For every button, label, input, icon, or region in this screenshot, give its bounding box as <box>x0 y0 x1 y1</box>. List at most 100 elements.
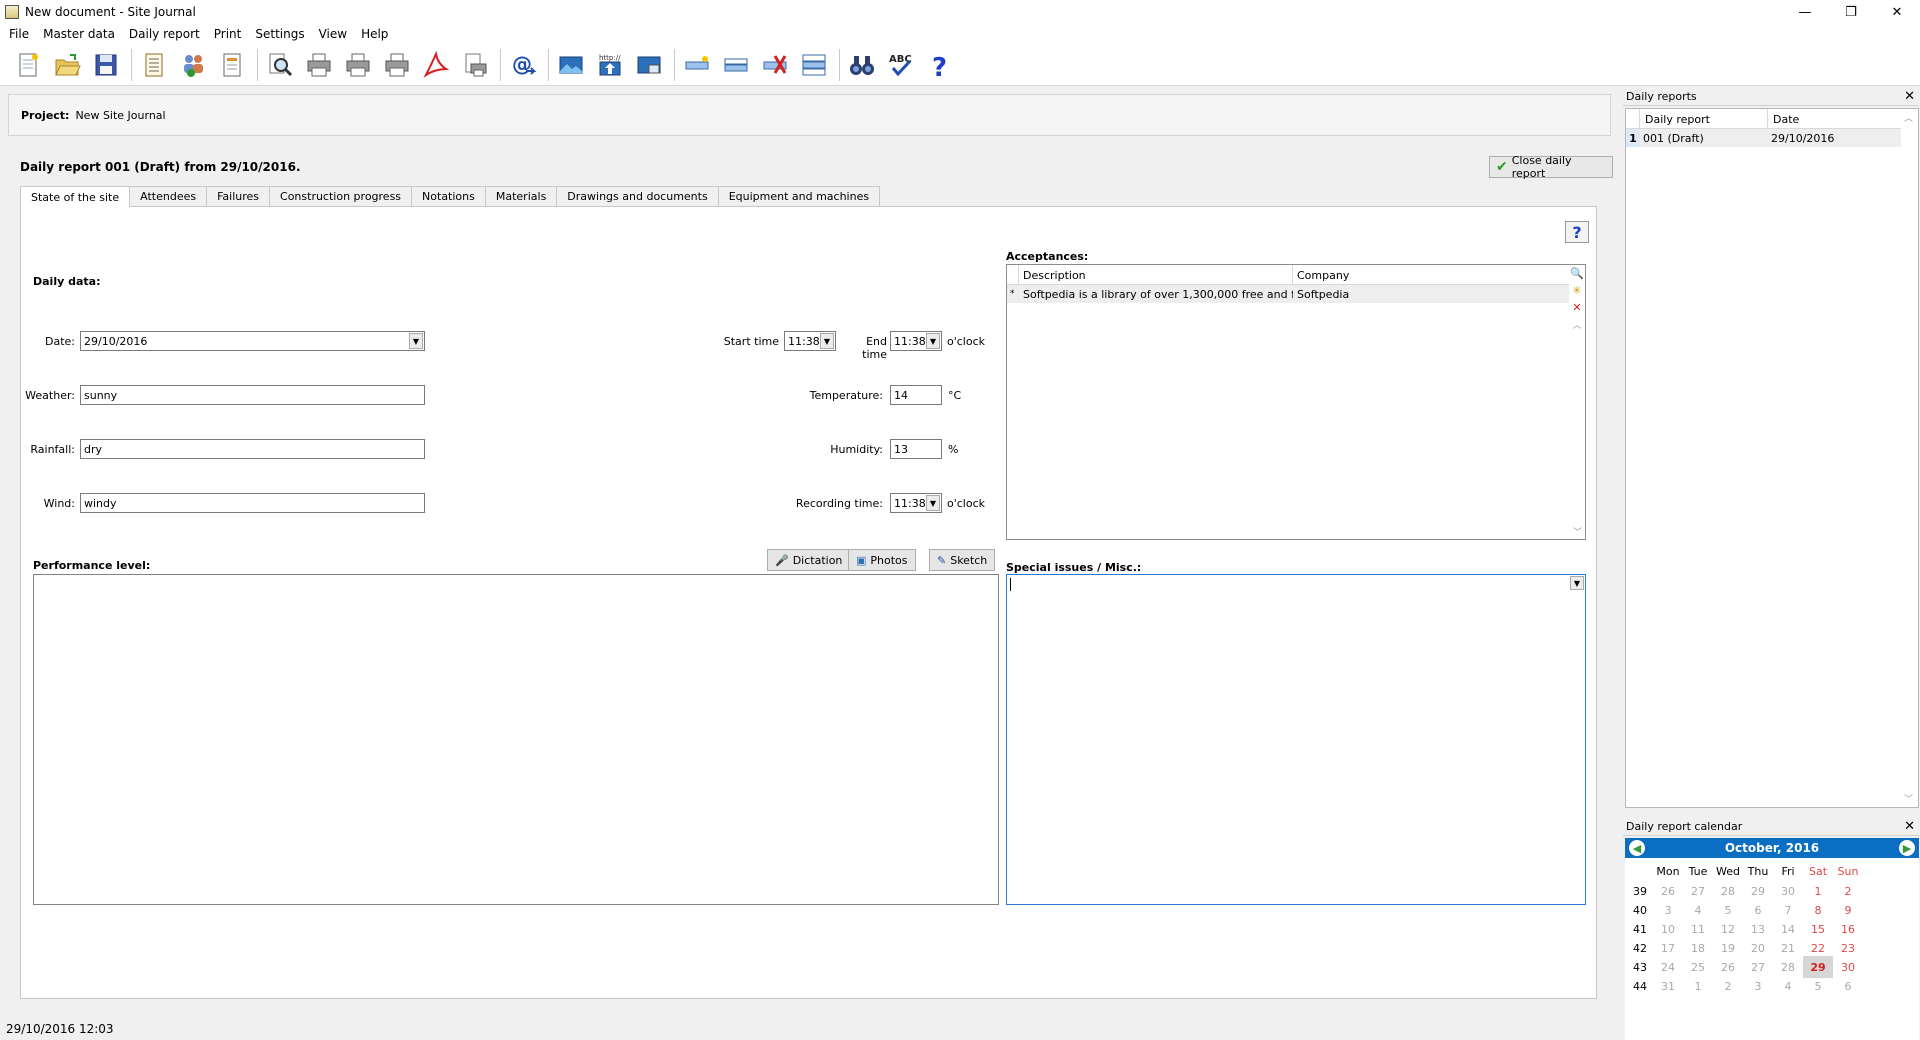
calendar-day[interactable]: 4 <box>1773 975 1803 997</box>
chevron-down-icon[interactable]: ﹀ <box>1904 792 1913 805</box>
report-name-cell[interactable]: 001 (Draft) <box>1640 129 1768 147</box>
acceptance-company-cell[interactable]: Softpedia <box>1293 288 1569 301</box>
menu-bar: File Master data Daily report Print Sett… <box>0 24 1920 44</box>
tab-materials[interactable]: Materials <box>484 186 558 206</box>
calendar-day[interactable]: 2 <box>1713 975 1743 997</box>
calendar-day[interactable]: 3 <box>1743 975 1773 997</box>
menu-print[interactable]: Print <box>207 27 249 41</box>
spell-check-button[interactable]: ABC <box>883 47 919 83</box>
special-issues-textarea[interactable]: ▼ <box>1006 574 1586 905</box>
wind-input[interactable] <box>80 493 425 513</box>
report-list-button[interactable] <box>136 47 172 83</box>
close-icon[interactable]: ✕ <box>1904 89 1915 104</box>
calendar-day[interactable]: 31 <box>1653 975 1683 997</box>
email-button[interactable]: @ <box>505 47 541 83</box>
chevron-up-icon[interactable]: ︿ <box>1904 111 1913 124</box>
report-date-cell[interactable]: 29/10/2016 <box>1768 129 1901 147</box>
daily-reports-grid[interactable]: Daily report Date 1 001 (Draft) 29/10/20… <box>1625 108 1919 808</box>
insert-row-button[interactable] <box>679 47 715 83</box>
delete-icon[interactable]: ✕ <box>1570 300 1584 314</box>
menu-master-data[interactable]: Master data <box>36 27 122 41</box>
vertical-scrollbar[interactable]: ︿ ﹀ <box>1901 109 1918 807</box>
end-time-picker[interactable]: 11:38 ▼ <box>890 331 942 351</box>
table-row[interactable]: 1 001 (Draft) 29/10/2016 <box>1626 129 1901 147</box>
print-report-button[interactable] <box>457 47 493 83</box>
next-month-icon[interactable]: ▶ <box>1899 840 1915 856</box>
row-edit-button[interactable] <box>718 47 754 83</box>
temperature-input[interactable] <box>890 385 942 405</box>
print-1-button[interactable] <box>301 47 337 83</box>
menu-help[interactable]: Help <box>354 27 395 41</box>
tab-notations[interactable]: Notations <box>411 186 486 206</box>
find-button[interactable] <box>844 47 880 83</box>
print-2-button[interactable] <box>340 47 376 83</box>
acceptances-grid[interactable]: Description Company * Softpedia is a lib… <box>1006 264 1586 540</box>
preview-button[interactable] <box>262 47 298 83</box>
dictation-button[interactable]: 🎤 Dictation <box>767 549 851 571</box>
tab-drawings-and-documents[interactable]: Drawings and documents <box>556 186 719 206</box>
start-time-picker[interactable]: 11:38 ▼ <box>784 331 836 351</box>
weather-input[interactable] <box>80 385 425 405</box>
new-document-button[interactable] <box>10 47 46 83</box>
rainfall-input[interactable] <box>80 439 425 459</box>
company-column-header[interactable]: Company <box>1293 265 1569 284</box>
new-row-icon[interactable]: ✳ <box>1570 283 1584 297</box>
chevron-down-icon[interactable]: ﹀ <box>1573 525 1582 538</box>
date-column-header[interactable]: Date <box>1768 109 1901 128</box>
chevron-down-icon[interactable]: ▼ <box>1570 576 1584 590</box>
minimize-button[interactable]: — <box>1782 0 1828 24</box>
recording-time-label: Recording time: <box>795 497 883 510</box>
tab-state-of-the-site[interactable]: State of the site <box>20 186 131 207</box>
help-button[interactable]: ? <box>922 47 958 83</box>
binoculars-icon <box>850 55 874 75</box>
menu-file[interactable]: File <box>2 27 36 41</box>
image-button[interactable] <box>553 47 589 83</box>
context-help-button[interactable]: ? <box>1565 221 1589 243</box>
web-icon: http:// <box>599 54 621 75</box>
menu-view[interactable]: View <box>312 27 354 41</box>
chevron-down-icon[interactable]: ▼ <box>926 495 940 511</box>
previous-month-icon[interactable]: ◀ <box>1629 840 1645 856</box>
attendees-button[interactable] <box>175 47 211 83</box>
tab-construction-progress[interactable]: Construction progress <box>269 186 413 206</box>
sketch-button[interactable]: ✎ Sketch <box>929 549 996 571</box>
open-document-button[interactable] <box>49 47 85 83</box>
tab-equipment-and-machines[interactable]: Equipment and machines <box>717 186 881 206</box>
save-document-button[interactable] <box>88 47 124 83</box>
menu-daily-report[interactable]: Daily report <box>122 27 207 41</box>
project-label: Project: <box>21 108 70 122</box>
description-column-header[interactable]: Description <box>1019 265 1293 284</box>
chevron-up-icon[interactable]: ︿ <box>1570 317 1584 331</box>
menu-settings[interactable]: Settings <box>248 27 311 41</box>
checkmark-icon: ✔ <box>1496 159 1508 175</box>
image-export-button[interactable] <box>631 47 667 83</box>
daily-report-column-header[interactable]: Daily report <box>1640 109 1768 128</box>
calendar-day[interactable]: 6 <box>1833 975 1863 997</box>
close-daily-report-button[interactable]: ✔ Close daily report <box>1489 154 1613 180</box>
tab-failures[interactable]: Failures <box>206 186 271 206</box>
photos-button[interactable]: ▣ Photos <box>848 549 916 571</box>
search-icon[interactable]: 🔍 <box>1570 266 1584 280</box>
humidity-input[interactable] <box>890 439 942 459</box>
restore-button[interactable]: ❐ <box>1828 0 1874 24</box>
tab-attendees[interactable]: Attendees <box>129 186 208 206</box>
row-arrange-button[interactable] <box>796 47 832 83</box>
close-button[interactable]: ✕ <box>1874 0 1920 24</box>
export-pdf-button[interactable] <box>418 47 454 83</box>
calendar-day[interactable]: 5 <box>1803 975 1833 997</box>
calendar-day[interactable]: 1 <box>1683 975 1713 997</box>
date-picker[interactable]: 29/10/2016 ▼ <box>80 331 425 351</box>
email-icon: @ <box>512 52 537 76</box>
chevron-down-icon[interactable]: ▼ <box>409 333 423 349</box>
close-icon[interactable]: ✕ <box>1904 819 1915 834</box>
acceptance-description-cell[interactable]: Softpedia is a library of over 1,300,000… <box>1019 288 1293 301</box>
performance-level-textarea[interactable] <box>33 574 999 905</box>
chevron-down-icon[interactable]: ▼ <box>820 333 834 349</box>
delete-row-button[interactable] <box>757 47 793 83</box>
recording-time-picker[interactable]: 11:38 ▼ <box>890 493 942 513</box>
chevron-down-icon[interactable]: ▼ <box>926 333 940 349</box>
page-view-button[interactable] <box>214 47 250 83</box>
table-row[interactable]: * Softpedia is a library of over 1,300,0… <box>1007 285 1569 303</box>
web-upload-button[interactable]: http:// <box>592 47 628 83</box>
print-3-button[interactable] <box>379 47 415 83</box>
